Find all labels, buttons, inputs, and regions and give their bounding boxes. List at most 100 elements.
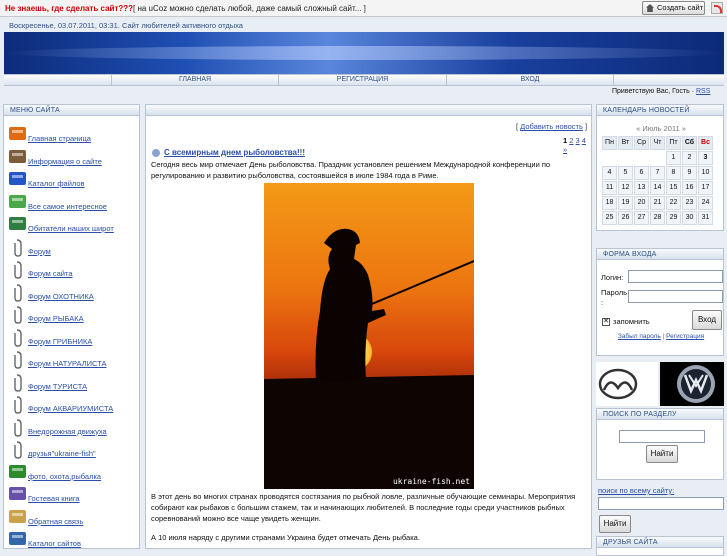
calendar-empty-cell <box>618 151 633 165</box>
calendar-day[interactable]: 6 <box>634 166 649 180</box>
pagination: 1 2 3 4 » <box>563 136 591 154</box>
mazda-logo[interactable] <box>596 362 658 406</box>
password-label: Пароль : <box>601 288 628 307</box>
calendar-day[interactable]: 22 <box>666 196 681 210</box>
page-link-4[interactable]: 4 <box>582 136 586 145</box>
password-input[interactable] <box>628 290 723 303</box>
calendar-day[interactable]: 18 <box>602 196 617 210</box>
calendar-day[interactable]: 13 <box>634 181 649 195</box>
menu-item[interactable]: Обитатели наших широт <box>6 215 140 237</box>
menu-item[interactable]: фото, охота,рыбалка <box>6 463 140 485</box>
calendar-day[interactable]: 3 <box>698 151 713 165</box>
menu-item[interactable]: Форум ОХОТНИКА <box>6 283 140 305</box>
menu-item[interactable]: Информация о сайте <box>6 148 140 170</box>
calendar-day[interactable]: 2 <box>682 151 697 165</box>
news-bullet-icon <box>152 149 160 157</box>
paperclip-icon <box>8 328 28 347</box>
calendar-day[interactable]: 30 <box>682 211 697 225</box>
menu-item[interactable]: Каталог сайтов <box>6 530 140 552</box>
calendar-day[interactable]: 8 <box>666 166 681 180</box>
main-nav: ГЛАВНАЯ РЕГИСТРАЦИЯ ВХОД <box>4 74 724 86</box>
calendar-day[interactable]: 7 <box>650 166 665 180</box>
calendar-day[interactable]: 10 <box>698 166 713 180</box>
page-next[interactable]: » <box>563 145 567 154</box>
site-search-title: поиск по всему сайту: <box>598 486 675 495</box>
calendar-day-header: Пн <box>602 136 617 150</box>
menu-item[interactable]: друзья"ukraine-fish" <box>6 440 140 462</box>
calendar-day[interactable]: 4 <box>602 166 617 180</box>
calendar-day[interactable]: 20 <box>634 196 649 210</box>
nav-item-login[interactable]: ВХОД <box>447 75 614 85</box>
calendar-day[interactable]: 17 <box>698 181 713 195</box>
calendar-day[interactable]: 23 <box>682 196 697 210</box>
login-form-title: ФОРМА ВХОДА <box>597 249 723 260</box>
calendar-day[interactable]: 1 <box>666 151 681 165</box>
rss-icon[interactable] <box>711 2 723 14</box>
menu-item[interactable]: Форум РЫБАКА <box>6 305 140 327</box>
calendar-day[interactable]: 14 <box>650 181 665 195</box>
forgot-password-link[interactable]: Забыл пароль <box>618 333 661 340</box>
menu-item-label: Главная страница <box>28 134 91 143</box>
news-intro: Сегодня весь мир отмечает День рыболовст… <box>151 160 551 180</box>
nav-item-home[interactable]: ГЛАВНАЯ <box>112 75 279 85</box>
rss-link[interactable]: RSS <box>696 88 710 95</box>
nav-item-blank-left <box>4 75 112 85</box>
menu-item[interactable]: Внедорожная движуха <box>6 418 140 440</box>
menu-item[interactable]: Форум НАТУРАЛИСТА <box>6 350 140 372</box>
menu-item[interactable]: Форум ТУРИСТА <box>6 373 140 395</box>
paperclip-icon <box>8 350 28 369</box>
volkswagen-logo[interactable] <box>660 362 724 406</box>
menu-item[interactable]: Форум ГРИБНИКА <box>6 328 140 350</box>
calendar-day[interactable]: 27 <box>634 211 649 225</box>
site-search-button[interactable]: Найти <box>599 515 631 533</box>
login-submit-button[interactable]: Вход <box>692 310 722 330</box>
calendar-day[interactable]: 24 <box>698 196 713 210</box>
menu-item[interactable]: Форум <box>6 238 140 260</box>
page-link-3[interactable]: 3 <box>576 136 580 145</box>
add-news-link[interactable]: Добавить новость <box>520 122 583 131</box>
add-news-line: [ Добавить новость ] <box>516 122 588 131</box>
calendar-day[interactable]: 29 <box>666 211 681 225</box>
create-site-button[interactable]: Создать сайт <box>642 1 705 15</box>
menu-item[interactable]: Главная страница <box>6 125 140 147</box>
home-icon <box>646 4 654 12</box>
menu-item[interactable]: Форум сайта <box>6 260 140 282</box>
news-panel: [ Добавить новость ] 1 2 3 4 » С всемирн… <box>145 104 592 549</box>
menu-item[interactable]: Каталог файлов <box>6 170 140 192</box>
remember-label: запомнить <box>613 317 650 326</box>
section-search-button[interactable]: Найти <box>646 445 678 463</box>
calendar-day[interactable]: 26 <box>618 211 633 225</box>
calendar-day[interactable]: 9 <box>682 166 697 180</box>
calendar-day[interactable]: 28 <box>650 211 665 225</box>
calendar-day[interactable]: 25 <box>602 211 617 225</box>
calendar-day[interactable]: 21 <box>650 196 665 210</box>
calendar-day[interactable]: 5 <box>618 166 633 180</box>
remember-checkbox[interactable]: ✕ <box>602 318 610 326</box>
news-title[interactable]: С всемирным днем рыболовства!!! <box>164 148 305 157</box>
ucoz-promo-link[interactable]: [ на uCoz можно сделать любой, даже самы… <box>133 4 366 13</box>
calendar-day-header: Пт <box>666 136 681 150</box>
calendar-day[interactable]: 31 <box>698 211 713 225</box>
calendar-day[interactable]: 11 <box>602 181 617 195</box>
menu-item[interactable]: Гостевая книга <box>6 485 140 507</box>
page-link-2[interactable]: 2 <box>569 136 573 145</box>
register-link[interactable]: Регистрация <box>666 333 704 340</box>
site-search-input[interactable] <box>598 497 724 510</box>
calendar-day-header: Сб <box>682 136 697 150</box>
calendar-day[interactable]: 16 <box>682 181 697 195</box>
calendar-day[interactable]: 19 <box>618 196 633 210</box>
calendar-day[interactable]: 15 <box>666 181 681 195</box>
nav-item-registration[interactable]: РЕГИСТРАЦИЯ <box>279 75 447 85</box>
ucoz-brand-link[interactable]: Не знаешь, где сделать сайт??? <box>5 4 133 13</box>
menu-item[interactable]: Форум АКВАРИУМИСТА <box>6 395 140 417</box>
login-input[interactable] <box>628 270 723 283</box>
calendar-day[interactable]: 12 <box>618 181 633 195</box>
menu-item-label: Каталог сайтов <box>28 539 81 548</box>
calendar-month-nav[interactable]: « Июль 2011 » <box>597 124 725 133</box>
calendar-day-header: Вт <box>618 136 633 150</box>
menu-item[interactable]: Обратная связь <box>6 508 140 530</box>
menu-item[interactable]: Все самое интересное <box>6 193 140 215</box>
login-form: ФОРМА ВХОДА Логин: Пароль : ✕ запомнить … <box>596 248 724 356</box>
section-search-input[interactable] <box>619 430 705 443</box>
vw-emblem <box>677 365 715 403</box>
